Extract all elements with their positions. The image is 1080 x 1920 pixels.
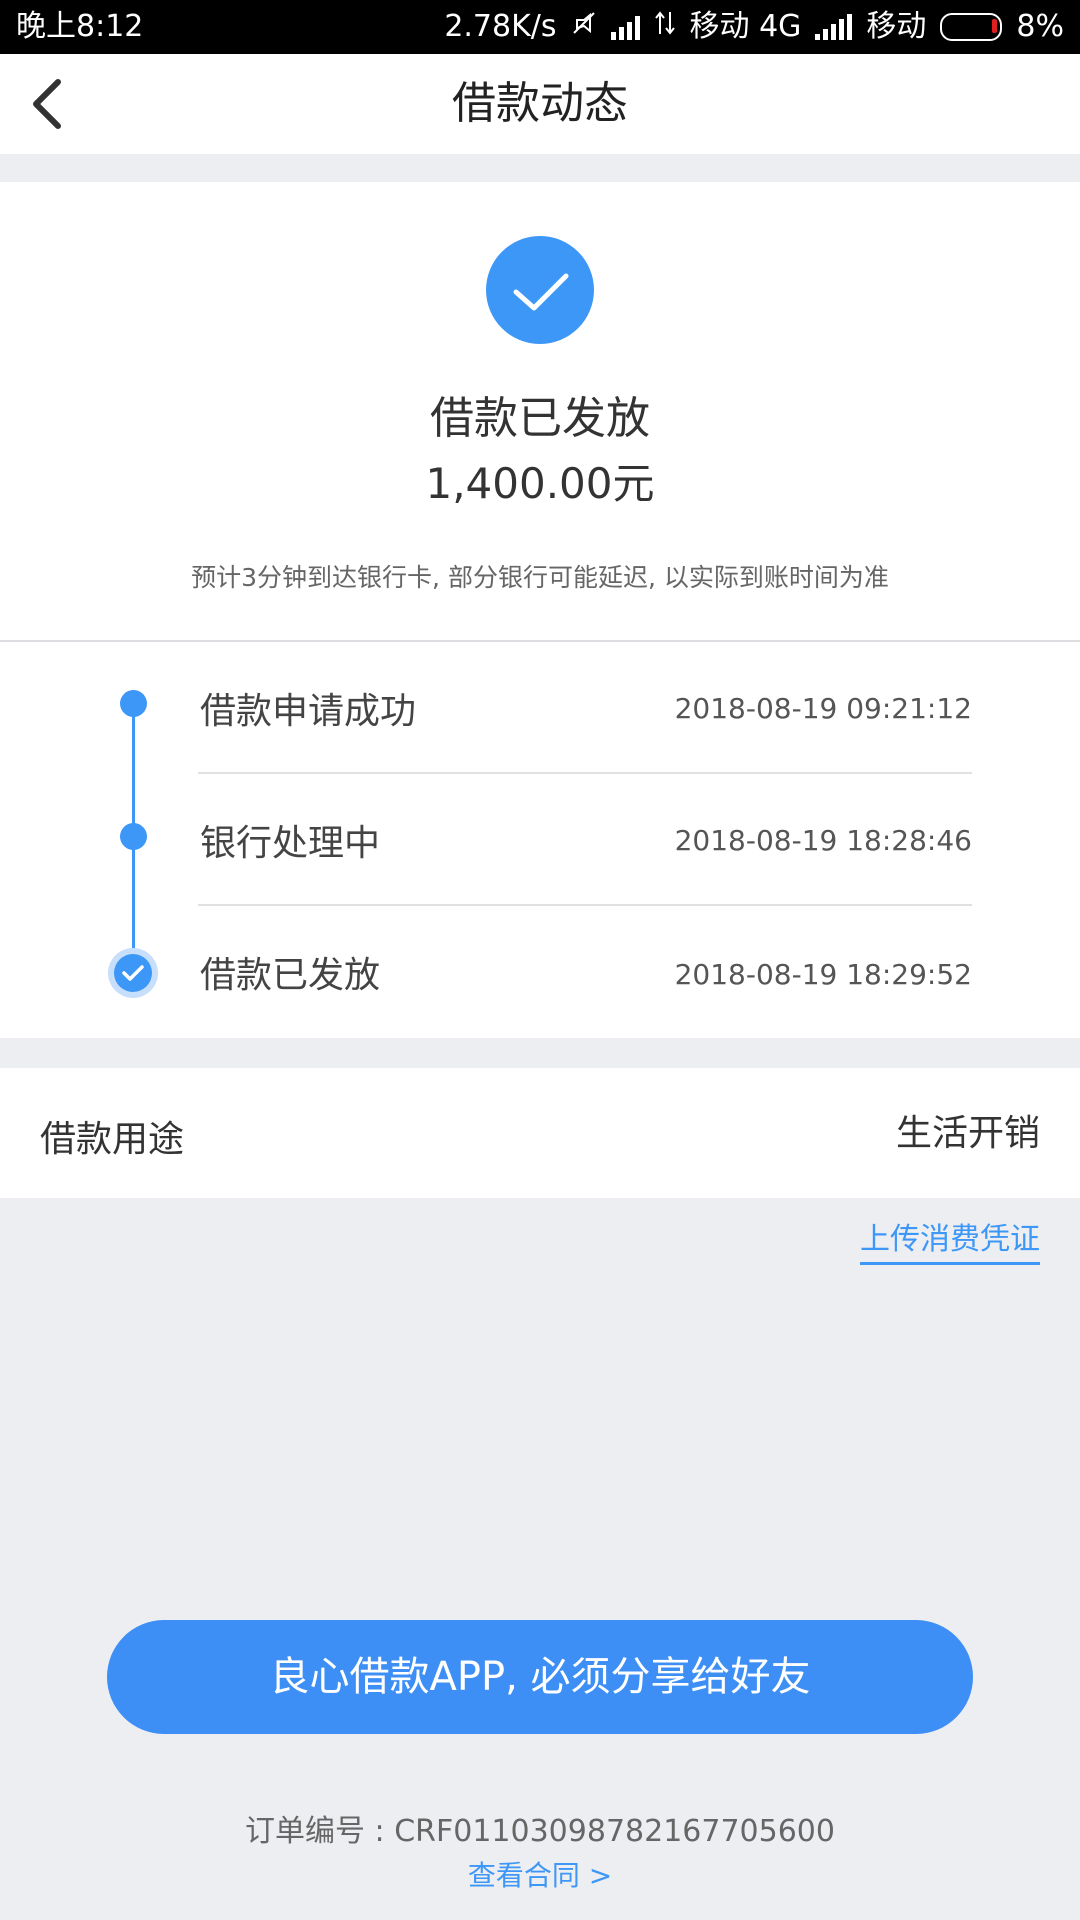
upload-receipt-link[interactable]: 上传消费凭证 <box>860 1214 1040 1265</box>
timeline-dot <box>120 823 147 850</box>
status-time: 晚上8:12 <box>16 9 144 44</box>
carrier-1: 移动 4G <box>689 9 802 44</box>
timeline-step-label: 借款已发放 <box>200 955 381 996</box>
arrival-note: 预计3分钟到达银行卡, 部分银行可能延迟, 以实际到账时间为准 <box>191 563 889 592</box>
page-title: 借款动态 <box>452 78 628 129</box>
signal-icon <box>815 14 853 40</box>
battery-icon <box>940 13 1003 41</box>
timeline-step-time: 2018-08-19 18:28:46 <box>674 824 972 857</box>
share-button[interactable]: 良心借款APP, 必须分享给好友 <box>107 1620 973 1734</box>
loan-status-card: 借款已发放 1,400.00元 预计3分钟到达银行卡, 部分银行可能延迟, 以实… <box>0 182 1080 642</box>
timeline-step-time: 2018-08-19 18:29:52 <box>674 958 972 991</box>
status-title: 借款已发放 <box>430 393 650 444</box>
success-check-icon <box>486 236 594 344</box>
progress-timeline: 借款申请成功 2018-08-19 09:21:12 银行处理中 2018-08… <box>0 642 1080 1038</box>
loan-purpose-row: 借款用途 生活开销 <box>0 1068 1080 1198</box>
view-contract-link[interactable]: 查看合同 > <box>0 1854 1080 1894</box>
battery-percent: 8% <box>1016 9 1064 44</box>
network-speed: 2.78K/s <box>444 9 557 44</box>
timeline-step-label: 借款申请成功 <box>200 691 417 732</box>
carrier-2: 移动 <box>866 9 927 44</box>
mute-icon <box>571 0 597 54</box>
status-indicators: 2.78K/s 移动 4G 移动 8% <box>444 0 1064 54</box>
signal-hd-icon <box>610 14 640 40</box>
loan-amount: 1,400.00元 <box>425 459 655 508</box>
timeline-step-label: 银行处理中 <box>200 823 381 864</box>
divider <box>198 772 972 774</box>
loan-purpose-value: 生活开销 <box>895 1113 1040 1154</box>
timeline-dot <box>120 690 147 717</box>
timeline-step-time: 2018-08-19 09:21:12 <box>674 692 972 725</box>
nav-bar: 借款动态 <box>0 54 1080 154</box>
divider <box>198 904 972 906</box>
data-arrows-icon <box>654 0 676 54</box>
timeline-done-check-icon <box>108 948 158 998</box>
order-number: 订单编号 : CRF01103098782167705600 <box>245 1814 835 1849</box>
status-bar: 晚上8:12 2.78K/s 移动 4G 移动 8% <box>0 0 1080 54</box>
loan-purpose-label: 借款用途 <box>40 1119 185 1160</box>
